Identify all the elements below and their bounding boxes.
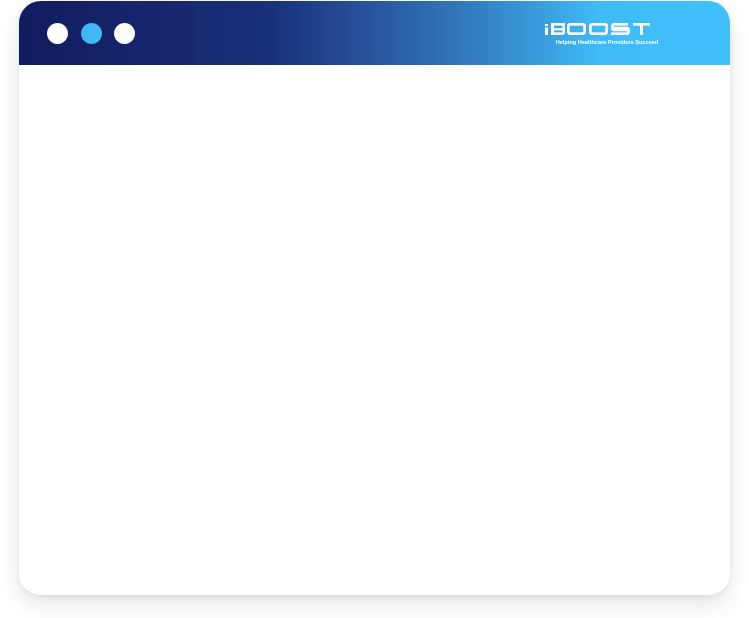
brand-tagline: Helping Healthcare Providers Succeed (556, 40, 659, 46)
window-titlebar: Helping Healthcare Providers Succeed (19, 1, 730, 65)
browser-window: Helping Healthcare Providers Succeed (19, 1, 730, 595)
iboost-logo-mark: Helping Healthcare Providers Succeed (545, 23, 659, 46)
window-control-dot-2[interactable] (81, 23, 102, 44)
window-control-dot-3[interactable] (114, 23, 135, 44)
page-stage: Helping Healthcare Providers Succeed (0, 0, 749, 618)
window-control-dot-1[interactable] (47, 23, 68, 44)
window-content-area (19, 65, 730, 595)
iboost-logo: Helping Healthcare Providers Succeed (542, 21, 672, 47)
